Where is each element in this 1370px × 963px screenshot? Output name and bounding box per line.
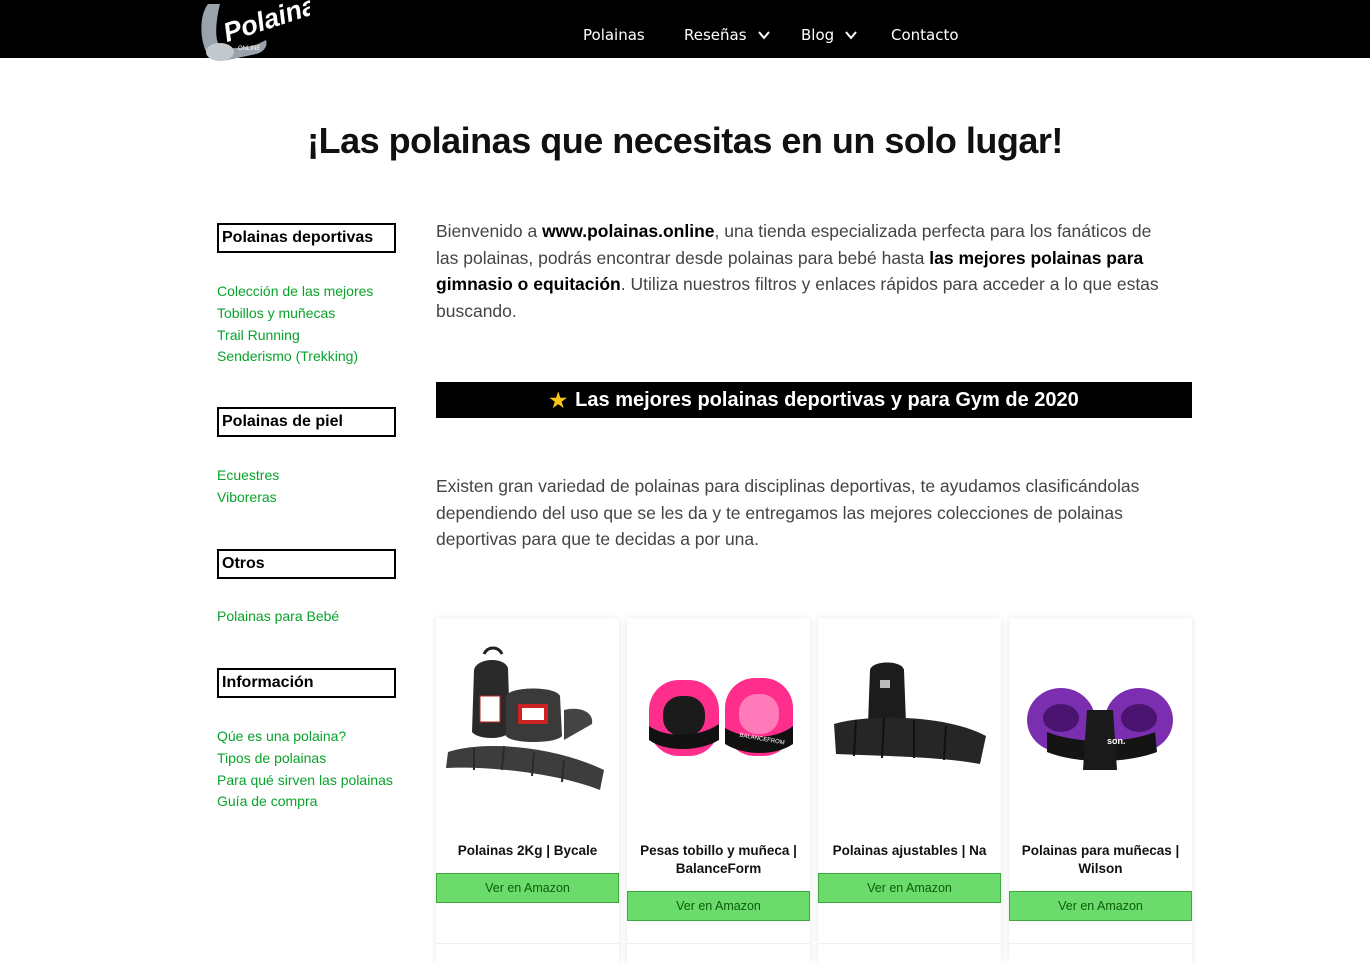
chevron-down-icon	[757, 31, 770, 40]
page-title: ¡Las polainas que necesitas en un solo l…	[307, 120, 1063, 161]
product-image[interactable]	[826, 640, 993, 810]
banner-title: Las mejores polainas deportivas y para G…	[575, 388, 1079, 411]
product-name: Polainas 2Kg | Bycale	[457, 843, 598, 858]
sidebar-link[interactable]: Senderismo (Trekking)	[217, 346, 373, 368]
product-card: son. Polainas para muñecas | Wilson Ver …	[1009, 618, 1192, 963]
product-card: Polainas 2Kg | Bycale Ver en Amazon	[436, 618, 619, 963]
nav-label: Contacto	[891, 26, 959, 44]
product-name: Pesas tobillo y muñeca | BalanceForm	[640, 843, 797, 876]
sidebar-link[interactable]: Ecuestres	[217, 465, 279, 487]
section-banner: ★ Las mejores polainas deportivas y para…	[436, 382, 1192, 418]
nav-label: Blog	[801, 26, 835, 44]
sidebar-section-title: Polainas deportivas	[217, 223, 396, 253]
nav-item-polainas[interactable]: Polainas	[583, 26, 645, 44]
divider	[627, 943, 810, 963]
intro-paragraph: Bienvenido a www.polainas.online, una ti…	[436, 218, 1176, 324]
star-icon: ★	[549, 389, 568, 412]
sidebar-section-title: Otros	[217, 549, 396, 579]
view-on-amazon-button[interactable]: Ver en Amazon	[436, 873, 619, 903]
product-name: Polainas ajustables | Na	[832, 843, 987, 858]
divider	[436, 943, 619, 963]
view-on-amazon-button[interactable]: Ver en Amazon	[1009, 891, 1192, 921]
svg-text:son.: son.	[1107, 736, 1126, 746]
sidebar-section-title: Polainas de piel	[217, 407, 396, 437]
site-logo[interactable]: Polainas ONLINE	[198, 0, 310, 66]
view-on-amazon-button[interactable]: Ver en Amazon	[627, 891, 810, 921]
logo-tagline: ONLINE	[238, 46, 260, 52]
sidebar-link[interactable]: Trail Running	[217, 325, 373, 347]
description-paragraph: Existen gran variedad de polainas para d…	[436, 476, 1140, 549]
sidebar-link[interactable]: Polainas para Bebé	[217, 606, 339, 628]
divider	[1009, 943, 1192, 963]
product-name: Polainas para muñecas | Wilson	[1021, 843, 1180, 876]
sidebar-link-list: Colección de las mejores Tobillos y muñe…	[217, 281, 373, 368]
sidebar-section-title: Información	[217, 668, 396, 698]
product-image[interactable]	[444, 640, 611, 810]
product-image[interactable]: son.	[1017, 640, 1184, 810]
sidebar-link[interactable]: Qúe es una polaina?	[217, 726, 393, 748]
sidebar-link[interactable]: Viboreras	[217, 487, 279, 509]
nav-item-contacto[interactable]: Contacto	[891, 26, 959, 44]
nav-item-blog[interactable]: Blog	[801, 26, 858, 44]
site-domain-link[interactable]: www.polainas.online	[542, 221, 714, 241]
sidebar-link[interactable]: Tipos de polainas	[217, 748, 393, 770]
sidebar-link-list: Ecuestres Viboreras	[217, 465, 279, 509]
nav-item-resenas[interactable]: Reseñas	[684, 26, 771, 44]
view-on-amazon-button[interactable]: Ver en Amazon	[818, 873, 1001, 903]
divider	[818, 943, 1001, 963]
nav-label: Reseñas	[684, 26, 747, 44]
sidebar-link[interactable]: Colección de las mejores	[217, 281, 373, 303]
chevron-down-icon	[845, 31, 857, 40]
product-image[interactable]: BALANCEFROM	[635, 640, 802, 810]
product-card: BALANCEFROM Pesas tobillo y muñeca | Bal…	[627, 618, 810, 963]
intro-text: Bienvenido a	[436, 221, 543, 241]
sidebar-link[interactable]: Para qué sirven las polainas	[217, 770, 393, 792]
sidebar-link[interactable]: Guía de compra	[217, 791, 393, 813]
product-card: Polainas ajustables | Na Ver en Amazon	[818, 618, 1001, 963]
top-navigation-bar: Polainas ONLINE Polainas Reseñas Blog Co…	[0, 0, 1370, 61]
sidebar-link[interactable]: Tobillos y muñecas	[217, 303, 373, 325]
sidebar-link-list: Qúe es una polaina? Tipos de polainas Pa…	[217, 726, 393, 813]
sidebar-link-list: Polainas para Bebé	[217, 606, 339, 628]
nav-label: Polainas	[583, 26, 645, 44]
